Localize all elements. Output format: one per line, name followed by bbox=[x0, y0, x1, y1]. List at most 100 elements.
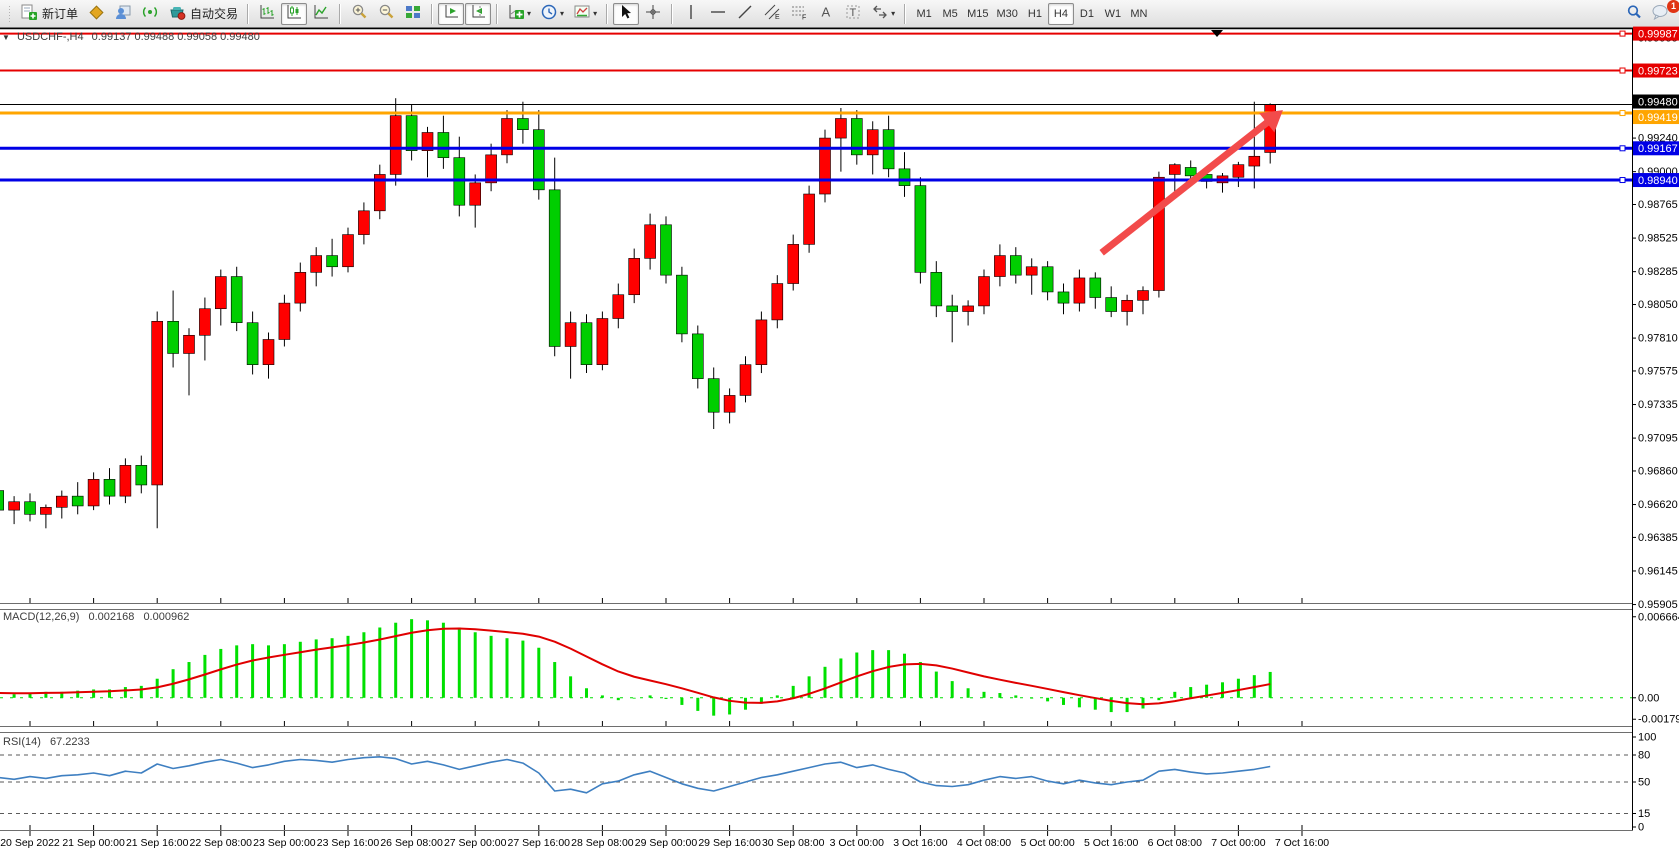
line-anchor-handle[interactable] bbox=[1620, 178, 1625, 183]
macd-histogram-bar bbox=[1157, 698, 1160, 700]
line-anchor-handle[interactable] bbox=[1620, 68, 1625, 73]
macd-histogram-bar bbox=[903, 654, 906, 698]
candle-up bbox=[184, 335, 195, 353]
symbol-dropdown-caret-icon[interactable]: ▼ bbox=[2, 33, 10, 42]
macd-histogram-bar bbox=[1094, 698, 1097, 710]
macd-histogram-bar bbox=[235, 645, 238, 697]
candle-down bbox=[136, 465, 147, 485]
candle-down bbox=[692, 334, 703, 379]
candle-up bbox=[215, 277, 226, 309]
axis-tick-label: 0.96860 bbox=[1638, 465, 1678, 477]
candle-down bbox=[168, 321, 179, 353]
candles-series bbox=[0, 98, 1276, 528]
candle-up bbox=[343, 235, 354, 267]
candle-up bbox=[1138, 291, 1149, 301]
candle-up bbox=[740, 365, 751, 396]
time-axis-label: 20 Sep 2022 bbox=[0, 837, 60, 849]
macd-histogram-bar bbox=[792, 686, 795, 698]
macd-histogram-bar bbox=[458, 627, 461, 697]
time-axis[interactable]: 20 Sep 202221 Sep 00:0021 Sep 16:0022 Se… bbox=[0, 598, 1329, 849]
macd-histogram-bar bbox=[299, 642, 302, 698]
candle-up bbox=[1122, 300, 1133, 311]
candle-up bbox=[867, 130, 878, 155]
macd-histogram-bar bbox=[203, 655, 206, 698]
candle-up bbox=[724, 395, 735, 412]
candle-down bbox=[517, 118, 528, 129]
macd-histogram-bar bbox=[983, 692, 986, 698]
axis-tick-label: 0.97810 bbox=[1638, 333, 1678, 345]
macd-histogram-bar bbox=[585, 688, 588, 698]
candle-up bbox=[152, 321, 163, 485]
macd-histogram-bar bbox=[919, 662, 922, 698]
axis-tick-label: 50 bbox=[1638, 777, 1650, 789]
macd-histogram-bar bbox=[967, 688, 970, 698]
axis-tick-label: 0.96620 bbox=[1638, 499, 1678, 511]
rsi-label: RSI(14) bbox=[3, 736, 41, 748]
macd-histogram-bar bbox=[998, 693, 1001, 698]
candle-up bbox=[279, 303, 290, 339]
candle-up bbox=[120, 465, 131, 496]
candle-up bbox=[804, 194, 815, 244]
axis-tick-label: 15 bbox=[1638, 808, 1650, 820]
macd-signal-value: 0.000962 bbox=[143, 611, 189, 623]
axis-tick-label: 0.96385 bbox=[1638, 532, 1678, 544]
time-axis-label: 23 Sep 00:00 bbox=[253, 837, 316, 849]
time-axis-label: 26 Sep 08:00 bbox=[380, 837, 443, 849]
candle-up bbox=[311, 256, 322, 273]
time-axis-label: 29 Sep 16:00 bbox=[698, 837, 761, 849]
macd-histogram-bar bbox=[13, 694, 16, 698]
macd-signal-line bbox=[0, 629, 1270, 705]
macd-histogram-bar bbox=[712, 698, 715, 716]
arrow-shaft[interactable] bbox=[1102, 119, 1272, 253]
macd-histogram-bar bbox=[1221, 682, 1224, 697]
macd-histogram-bar bbox=[1078, 698, 1081, 708]
macd-histogram-bar bbox=[490, 636, 493, 698]
macd-histogram-bar bbox=[824, 667, 827, 698]
time-axis-label: 21 Sep 16:00 bbox=[126, 837, 189, 849]
time-axis-label: 27 Sep 16:00 bbox=[508, 837, 571, 849]
candle-down bbox=[661, 225, 672, 275]
macd-histogram-bar bbox=[124, 687, 127, 698]
svg-text:0.99167: 0.99167 bbox=[1638, 143, 1678, 155]
macd-histogram-bar bbox=[219, 649, 222, 698]
chart-canvas[interactable]: 0.999550.992400.990000.987650.985250.982… bbox=[0, 0, 1679, 851]
macd-histogram-bar bbox=[665, 698, 668, 699]
candle-up bbox=[629, 258, 640, 294]
macd-histogram-bar bbox=[521, 641, 524, 698]
time-axis-label: 4 Oct 08:00 bbox=[957, 837, 1011, 849]
candle-down bbox=[708, 379, 719, 413]
candle-up bbox=[470, 183, 481, 205]
macd-histogram-bar bbox=[776, 695, 779, 697]
line-anchor-handle[interactable] bbox=[1620, 111, 1625, 116]
hline-objects[interactable] bbox=[0, 31, 1632, 182]
candle-down bbox=[438, 132, 449, 157]
svg-text:0.99480: 0.99480 bbox=[1638, 96, 1678, 108]
candle-up bbox=[358, 211, 369, 235]
candle-up bbox=[88, 479, 99, 506]
macd-header: MACD(12,26,9) 0.002168 0.000962 bbox=[3, 611, 189, 623]
candle-up bbox=[40, 507, 51, 514]
candle-up bbox=[820, 138, 831, 194]
macd-histogram-bar bbox=[887, 650, 890, 698]
svg-text:0.99419: 0.99419 bbox=[1638, 112, 1678, 124]
time-axis-label: 5 Oct 00:00 bbox=[1020, 837, 1074, 849]
line-anchor-handle[interactable] bbox=[1620, 31, 1625, 36]
time-axis-label: 30 Sep 08:00 bbox=[762, 837, 825, 849]
axis-tick-label: 0.006664 bbox=[1638, 611, 1679, 623]
macd-histogram-bar bbox=[410, 619, 413, 698]
line-anchor-handle[interactable] bbox=[1620, 146, 1625, 151]
macd-histogram-bar bbox=[442, 623, 445, 698]
candle-down bbox=[947, 306, 958, 312]
candle-up bbox=[645, 225, 656, 259]
macd-main-value: 0.002168 bbox=[88, 611, 134, 623]
rsi-panel bbox=[0, 755, 1632, 814]
candle-up bbox=[9, 502, 20, 510]
axis-tick-label: 0.96145 bbox=[1638, 565, 1678, 577]
macd-histogram-bar bbox=[1030, 698, 1033, 699]
time-axis-label: 21 Sep 00:00 bbox=[62, 837, 125, 849]
candle-down bbox=[247, 323, 258, 365]
time-axis-label: 28 Sep 08:00 bbox=[571, 837, 634, 849]
time-axis-label: 3 Oct 16:00 bbox=[893, 837, 947, 849]
time-axis-label: 6 Oct 08:00 bbox=[1148, 837, 1202, 849]
axis-tick-label: 0.95905 bbox=[1638, 599, 1678, 611]
